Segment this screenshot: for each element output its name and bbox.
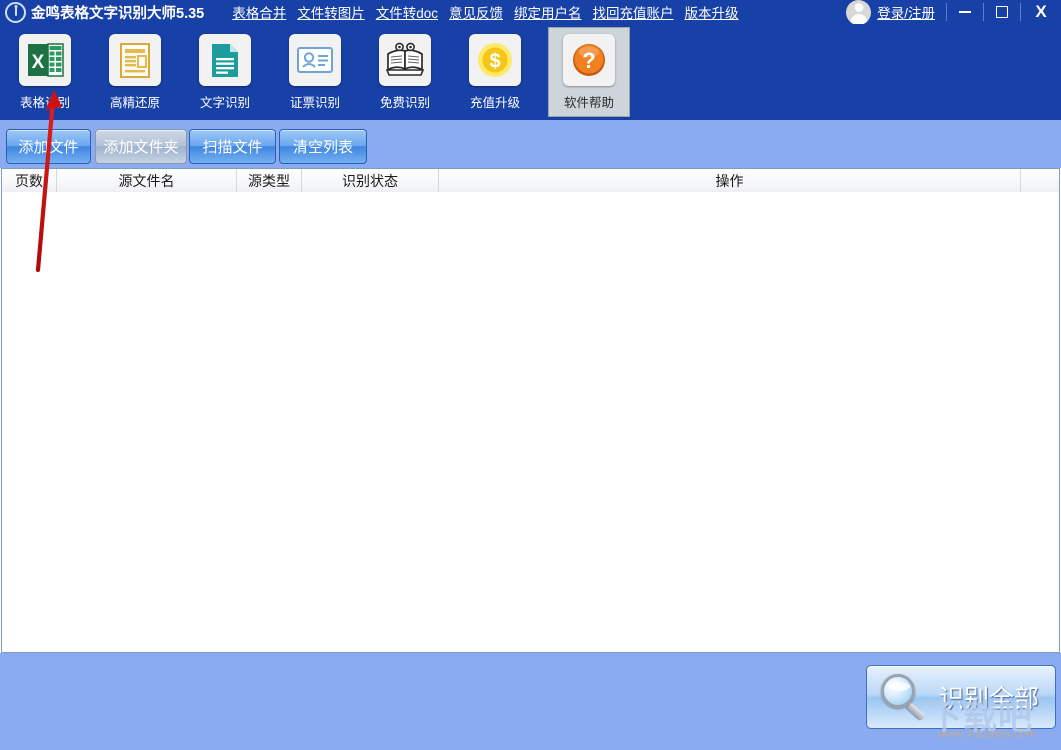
table-body[interactable] [2,192,1059,652]
svg-text:?: ? [582,48,595,73]
bottom-panel: 识别全部 识别结果保存目录： C:\Users\pc\Documents\ocr… [0,653,1061,750]
close-button[interactable]: X [1021,0,1061,24]
link-merge-tables[interactable]: 表格合并 [232,2,286,22]
login-register-link[interactable]: 登录/注册 [877,2,935,22]
toolbar-label: 软件帮助 [564,92,614,111]
add-folder-button[interactable]: 添加文件夹 [95,129,187,164]
info-circle-icon [5,2,26,23]
toolbar-label: 文字识别 [200,92,250,111]
toolbar-item-software-help[interactable]: ? 软件帮助 [548,27,630,117]
link-file-to-image[interactable]: 文件转图片 [297,2,365,22]
toolbar-label: 充值升级 [470,92,520,111]
text-document-icon [199,34,251,86]
column-pages[interactable]: 页数 [2,169,57,192]
maximize-button[interactable] [984,0,1020,24]
link-feedback[interactable]: 意见反馈 [449,2,503,22]
window-controls: X [946,0,1061,24]
toolbar-item-id-recognition[interactable]: 证票识别 [275,28,355,118]
file-list-panel: 页数 源文件名 源类型 识别状态 操作 [1,168,1060,653]
id-card-icon [289,34,341,86]
application-window: 金鸣表格文字识别大师5.35 表格合并 文件转图片 文件转doc 意见反馈 绑定… [0,0,1061,750]
toolbar-label: 高精还原 [110,92,160,111]
toolbar-label: 证票识别 [290,92,340,111]
recognize-all-button[interactable]: 识别全部 [866,665,1056,729]
column-source-type[interactable]: 源类型 [237,169,302,192]
app-title: 金鸣表格文字识别大师5.35 [31,2,204,23]
link-file-to-doc[interactable]: 文件转doc [376,2,438,22]
link-version-upgrade[interactable]: 版本升级 [685,2,739,22]
toolbar-item-table-recognition[interactable]: X 表格识别 [5,28,85,118]
toolbar-item-recharge-upgrade[interactable]: $ 充值升级 [455,28,535,118]
toolbar-item-high-precision-restore[interactable]: 高精还原 [95,28,175,118]
icon-toolbar: X 表格识别 [0,24,1061,120]
action-button-bar: 添加文件 添加文件夹 扫描文件 清空列表 [0,120,1061,168]
toolbar-label: 免费识别 [380,92,430,111]
document-layout-icon [109,34,161,86]
toolbar-item-free-recognition[interactable]: 免费识别 [365,28,445,118]
column-extra[interactable] [1021,169,1059,192]
gold-coin-icon: $ [469,34,521,86]
table-header: 页数 源文件名 源类型 识别状态 操作 [2,169,1059,193]
user-avatar-icon [846,0,871,25]
link-recover-account[interactable]: 找回充值账户 [593,2,674,22]
open-book-icon [379,34,431,86]
link-bind-username[interactable]: 绑定用户名 [514,2,582,22]
add-file-button[interactable]: 添加文件 [6,129,91,164]
recognize-all-label: 识别全部 [939,679,1039,715]
column-operations[interactable]: 操作 [439,169,1021,192]
title-bar: 金鸣表格文字识别大师5.35 表格合并 文件转图片 文件转doc 意见反馈 绑定… [0,0,1061,24]
scan-file-button[interactable]: 扫描文件 [189,129,276,164]
svg-text:X: X [32,52,45,73]
orange-question-icon: ? [563,34,615,86]
svg-text:$: $ [489,51,500,73]
magnifier-icon [877,671,933,723]
toolbar-item-text-recognition[interactable]: 文字识别 [185,28,265,118]
clear-list-button[interactable]: 清空列表 [279,129,367,164]
account-area[interactable]: 登录/注册 [846,0,935,24]
column-recognition-status[interactable]: 识别状态 [302,169,439,192]
column-source-filename[interactable]: 源文件名 [57,169,237,192]
excel-table-icon: X [19,34,71,86]
titlebar-links: 表格合并 文件转图片 文件转doc 意见反馈 绑定用户名 找回充值账户 版本升级 [232,2,738,22]
minimize-button[interactable] [947,0,983,24]
toolbar-label: 表格识别 [20,92,70,111]
